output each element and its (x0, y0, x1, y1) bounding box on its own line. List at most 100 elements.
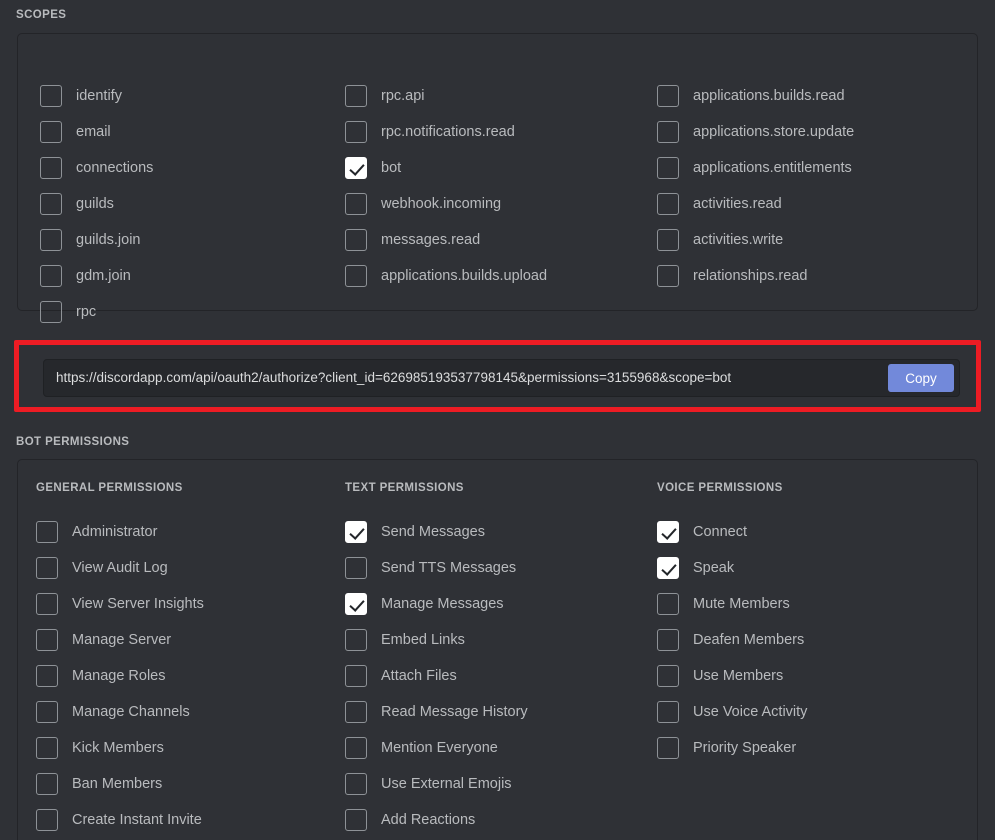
scope-row[interactable]: bot (345, 150, 657, 186)
scope-row[interactable]: applications.entitlements (657, 150, 957, 186)
permission-row[interactable]: Manage Messages (345, 586, 657, 622)
permission-label: Administrator (72, 524, 158, 540)
scope-row[interactable]: activities.write (657, 222, 957, 258)
checkbox-unchecked-icon[interactable] (40, 301, 62, 323)
permission-column-title: TEXT PERMISSIONS (345, 482, 464, 494)
permission-row[interactable]: Use Voice Activity (657, 694, 957, 730)
checkbox-unchecked-icon[interactable] (36, 665, 58, 687)
checkbox-checked-icon[interactable] (345, 521, 367, 543)
checkbox-unchecked-icon[interactable] (36, 809, 58, 831)
scope-row[interactable]: rpc (40, 294, 345, 330)
checkbox-unchecked-icon[interactable] (657, 121, 679, 143)
permission-row[interactable]: Connect (657, 514, 957, 550)
oauth-url-value[interactable]: https://discordapp.com/api/oauth2/author… (44, 360, 888, 396)
permission-row[interactable]: Use External Emojis (345, 766, 657, 802)
checkbox-unchecked-icon[interactable] (36, 737, 58, 759)
permission-row[interactable]: Use Members (657, 658, 957, 694)
checkbox-unchecked-icon[interactable] (657, 737, 679, 759)
checkbox-unchecked-icon[interactable] (40, 121, 62, 143)
checkbox-unchecked-icon[interactable] (657, 193, 679, 215)
permission-row[interactable]: Send Messages (345, 514, 657, 550)
checkbox-unchecked-icon[interactable] (345, 265, 367, 287)
oauth-url-field[interactable]: https://discordapp.com/api/oauth2/author… (43, 359, 960, 397)
checkbox-unchecked-icon[interactable] (657, 701, 679, 723)
permission-row[interactable]: Manage Channels (36, 694, 345, 730)
checkbox-unchecked-icon[interactable] (657, 85, 679, 107)
scope-row[interactable]: gdm.join (40, 258, 345, 294)
checkbox-unchecked-icon[interactable] (345, 773, 367, 795)
checkbox-unchecked-icon[interactable] (345, 557, 367, 579)
checkbox-unchecked-icon[interactable] (36, 629, 58, 651)
checkbox-unchecked-icon[interactable] (345, 121, 367, 143)
checkbox-unchecked-icon[interactable] (345, 701, 367, 723)
scope-row[interactable]: applications.builds.read (657, 78, 957, 114)
scope-row[interactable]: activities.read (657, 186, 957, 222)
permission-row[interactable]: Add Reactions (345, 802, 657, 838)
checkbox-unchecked-icon[interactable] (40, 265, 62, 287)
checkbox-unchecked-icon[interactable] (345, 85, 367, 107)
permission-row[interactable]: Read Message History (345, 694, 657, 730)
scope-row[interactable]: applications.builds.upload (345, 258, 657, 294)
checkbox-unchecked-icon[interactable] (345, 665, 367, 687)
permission-row[interactable]: Attach Files (345, 658, 657, 694)
checkbox-unchecked-icon[interactable] (36, 557, 58, 579)
permission-row[interactable]: Mention Everyone (345, 730, 657, 766)
copy-button[interactable]: Copy (888, 364, 954, 392)
permission-row[interactable]: Kick Members (36, 730, 345, 766)
permission-row[interactable]: View Audit Log (36, 550, 345, 586)
scope-row[interactable]: rpc.notifications.read (345, 114, 657, 150)
scope-row[interactable]: applications.store.update (657, 114, 957, 150)
permission-row[interactable]: Administrator (36, 514, 345, 550)
checkbox-checked-icon[interactable] (657, 557, 679, 579)
scope-row[interactable]: email (40, 114, 345, 150)
checkbox-unchecked-icon[interactable] (345, 809, 367, 831)
checkbox-unchecked-icon[interactable] (657, 229, 679, 251)
checkbox-unchecked-icon[interactable] (36, 701, 58, 723)
permission-row[interactable]: Manage Roles (36, 658, 345, 694)
checkbox-unchecked-icon[interactable] (40, 193, 62, 215)
scope-row[interactable]: messages.read (345, 222, 657, 258)
checkbox-unchecked-icon[interactable] (36, 773, 58, 795)
checkbox-unchecked-icon[interactable] (657, 157, 679, 179)
permission-row[interactable]: Deafen Members (657, 622, 957, 658)
checkbox-unchecked-icon[interactable] (40, 229, 62, 251)
scope-label: guilds.join (76, 232, 141, 248)
permission-row[interactable]: Embed Links (345, 622, 657, 658)
permission-row[interactable]: Manage Server (36, 622, 345, 658)
permission-row[interactable]: Create Instant Invite (36, 802, 345, 838)
checkbox-unchecked-icon[interactable] (36, 593, 58, 615)
scope-row[interactable]: guilds.join (40, 222, 345, 258)
checkbox-unchecked-icon[interactable] (657, 629, 679, 651)
permission-row[interactable]: Priority Speaker (657, 730, 957, 766)
checkbox-unchecked-icon[interactable] (345, 737, 367, 759)
checkbox-unchecked-icon[interactable] (345, 629, 367, 651)
checkbox-checked-icon[interactable] (657, 521, 679, 543)
checkbox-unchecked-icon[interactable] (40, 157, 62, 179)
permission-label: Deafen Members (693, 632, 805, 648)
permission-row[interactable]: View Server Insights (36, 586, 345, 622)
scope-row[interactable]: webhook.incoming (345, 186, 657, 222)
checkbox-unchecked-icon[interactable] (36, 521, 58, 543)
checkbox-checked-icon[interactable] (345, 157, 367, 179)
checkbox-unchecked-icon[interactable] (345, 193, 367, 215)
checkbox-unchecked-icon[interactable] (657, 665, 679, 687)
permission-label: Manage Server (72, 632, 172, 648)
scope-row[interactable]: identify (40, 78, 345, 114)
scopes-column: identify email connections guilds guilds.joi… (18, 78, 345, 330)
permission-row[interactable]: Send TTS Messages (345, 550, 657, 586)
checkbox-unchecked-icon[interactable] (40, 85, 62, 107)
scope-row[interactable]: relationships.read (657, 258, 957, 294)
checkbox-checked-icon[interactable] (345, 593, 367, 615)
permission-column-title: GENERAL PERMISSIONS (36, 482, 183, 494)
scope-row[interactable]: connections (40, 150, 345, 186)
scopes-column: rpc.api rpc.notifications.read bot webhook.… (345, 78, 657, 330)
checkbox-unchecked-icon[interactable] (657, 593, 679, 615)
permission-row[interactable]: Mute Members (657, 586, 957, 622)
checkbox-unchecked-icon[interactable] (657, 265, 679, 287)
oauth2-scopes-page: SCOPES identify email connections guilds gui… (0, 9, 995, 840)
checkbox-unchecked-icon[interactable] (345, 229, 367, 251)
scope-row[interactable]: rpc.api (345, 78, 657, 114)
scope-row[interactable]: guilds (40, 186, 345, 222)
permission-row[interactable]: Ban Members (36, 766, 345, 802)
permission-row[interactable]: Speak (657, 550, 957, 586)
